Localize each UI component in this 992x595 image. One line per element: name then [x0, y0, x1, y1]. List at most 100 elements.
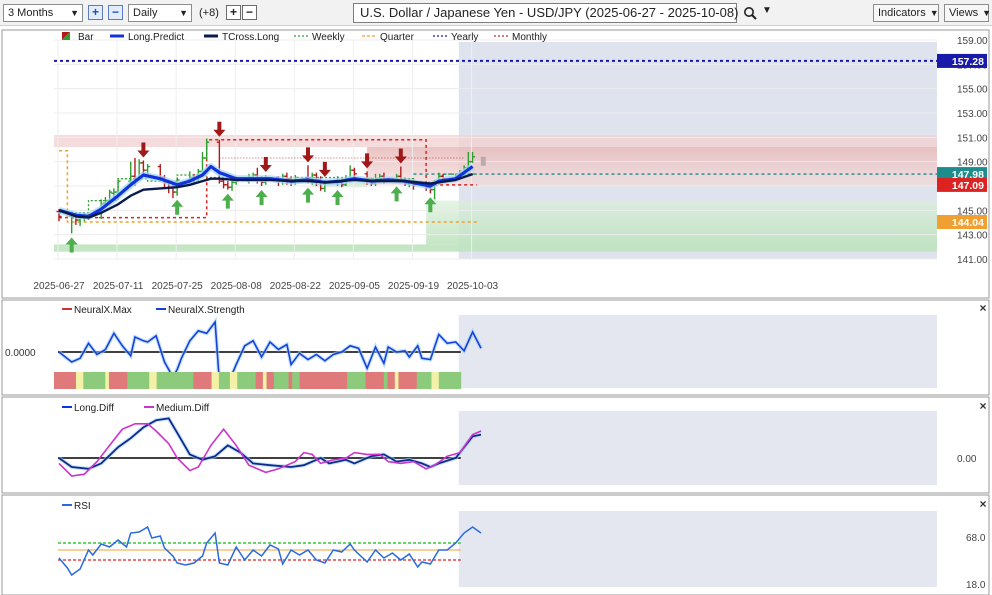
- strength-cell: [303, 372, 308, 389]
- strength-cell: [127, 372, 132, 389]
- strength-cell: [160, 372, 165, 389]
- strength-cell: [86, 372, 92, 389]
- close-icon[interactable]: ×: [979, 399, 986, 413]
- strength-cell: [64, 372, 70, 389]
- offset-label: (+8): [199, 7, 219, 19]
- chevron-down-icon: ▼: [70, 8, 79, 18]
- strength-cell: [244, 372, 249, 389]
- strength-cell: [178, 372, 183, 389]
- strength-cell: [233, 372, 238, 389]
- strength-cell: [72, 372, 77, 389]
- strength-cell: [339, 372, 344, 389]
- toolbar: 3 Months ▼ + − Daily ▼ (+8) + − U.S. Dol…: [0, 0, 992, 26]
- strength-cell: [83, 372, 88, 389]
- strength-cell: [449, 372, 454, 389]
- y-tick-label: 0.0000: [5, 348, 36, 359]
- strength-cell: [222, 372, 227, 389]
- strength-cell: [189, 372, 194, 389]
- strength-cell: [383, 372, 388, 389]
- strength-cell: [152, 372, 158, 389]
- symbol-title[interactable]: U.S. Dollar / Japanese Yen - USD/JPY (20…: [353, 3, 738, 23]
- chevron-down-icon[interactable]: ▼: [762, 5, 772, 16]
- strength-cell: [259, 372, 264, 389]
- strength-cell: [94, 372, 99, 389]
- strength-cell: [218, 372, 223, 389]
- strength-cell: [270, 372, 275, 389]
- strength-cell: [196, 372, 201, 389]
- zoom-out-button[interactable]: −: [108, 5, 123, 20]
- strength-cell: [361, 372, 366, 389]
- interval-select-value: Daily: [133, 7, 158, 19]
- strength-cell: [237, 372, 242, 389]
- add-bar-button[interactable]: +: [226, 5, 241, 20]
- y-tick-label: 0.00: [957, 454, 977, 465]
- strength-cell: [90, 372, 95, 389]
- strength-cell: [332, 372, 337, 389]
- strength-cell: [284, 372, 289, 389]
- strength-cell: [427, 372, 432, 389]
- y-tick-label: 143.00: [957, 231, 988, 242]
- strength-cell: [138, 372, 143, 389]
- x-tick-label: 2025-09-05: [329, 281, 381, 292]
- legend-label: TCross.Long: [222, 32, 279, 43]
- strength-cell: [182, 372, 187, 389]
- strength-cell: [149, 372, 154, 389]
- strength-cell: [321, 372, 326, 389]
- strength-cell: [365, 372, 370, 389]
- magnifier-icon[interactable]: [743, 6, 757, 20]
- interval-select[interactable]: Daily ▼: [128, 4, 192, 22]
- strength-cell: [350, 372, 355, 389]
- strength-cell: [405, 372, 410, 389]
- legend-label: NeuralX.Max: [74, 305, 132, 316]
- strength-cell: [314, 372, 319, 389]
- legend-label: Monthly: [512, 32, 547, 43]
- strength-cell: [54, 372, 59, 389]
- views-button[interactable]: Views ▼: [944, 4, 992, 22]
- strength-cell: [251, 372, 256, 389]
- strength-cell: [369, 372, 374, 389]
- strength-cell: [343, 372, 348, 389]
- strength-cell: [167, 372, 172, 389]
- chevron-down-icon: ▼: [179, 8, 188, 18]
- strength-cell: [145, 372, 150, 389]
- strength-cell: [328, 372, 333, 389]
- strength-cell: [204, 372, 209, 389]
- strength-cell: [134, 372, 139, 389]
- strength-cell: [97, 372, 103, 389]
- strength-cell: [457, 372, 462, 389]
- strength-cell: [431, 372, 436, 389]
- support-zone: [54, 244, 937, 252]
- remove-bar-button[interactable]: −: [242, 5, 257, 20]
- y-tick-label: 141.00: [957, 255, 988, 266]
- strength-cell: [229, 372, 234, 389]
- strength-cell: [108, 372, 114, 389]
- indicators-button[interactable]: Indicators ▼: [873, 4, 939, 22]
- strength-cell: [277, 372, 282, 389]
- chart-area[interactable]: 159.00157.00155.00153.00151.00149.00147.…: [0, 26, 992, 595]
- range-select[interactable]: 3 Months ▼: [3, 4, 83, 22]
- legend-label: Medium.Diff: [156, 403, 209, 414]
- strength-cell: [163, 372, 169, 389]
- strength-cell: [215, 372, 220, 389]
- strength-cell: [57, 372, 62, 389]
- strength-cell: [391, 372, 396, 389]
- close-icon[interactable]: ×: [979, 497, 986, 511]
- strength-cell: [255, 372, 260, 389]
- strength-cell: [156, 372, 161, 389]
- strength-cell: [306, 372, 311, 389]
- strength-cell: [288, 372, 293, 389]
- zoom-in-button[interactable]: +: [88, 5, 103, 20]
- price-label: 144.04: [952, 217, 984, 229]
- chevron-down-icon: ▼: [982, 8, 992, 18]
- price-label: 157.28: [952, 56, 984, 68]
- y-tick-label: 151.00: [957, 133, 988, 144]
- strength-cell: [453, 372, 458, 389]
- x-tick-label: 2025-07-25: [152, 281, 204, 292]
- strength-cell: [141, 372, 147, 389]
- close-icon[interactable]: ×: [979, 301, 986, 315]
- y-tick-label: 153.00: [957, 109, 988, 120]
- strength-cell: [262, 372, 267, 389]
- strength-cell: [325, 372, 330, 389]
- strength-cell: [101, 372, 106, 389]
- strength-cell: [398, 372, 403, 389]
